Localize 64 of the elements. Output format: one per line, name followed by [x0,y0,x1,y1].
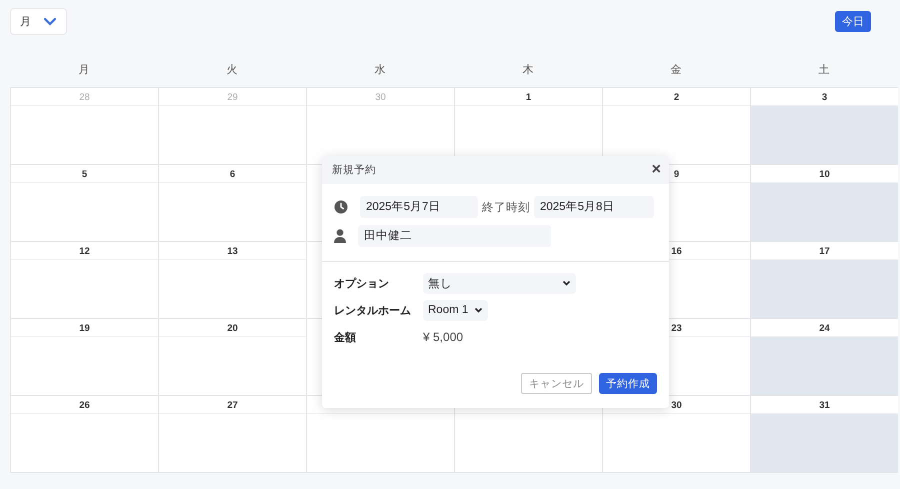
start-date-field[interactable]: 2025年5月7日 [360,196,478,218]
day-cell[interactable]: 17 [750,242,898,319]
day-cell[interactable]: 26 [10,396,158,473]
day-number: 2 [674,92,680,102]
price-label: 金額 [334,330,357,344]
view-select[interactable]: 月 [10,8,67,35]
day-number: 26 [79,400,90,410]
day-number: 13 [227,246,238,256]
weekday-header: 水 [374,63,386,77]
day-number: 29 [227,92,238,102]
day-cell[interactable]: 12 [10,242,158,319]
day-number: 10 [819,168,830,180]
end-time-label: 終了時刻 [482,200,530,214]
weekday-header: 月 [78,63,90,77]
customer-name-field[interactable]: 田中健二 [358,225,551,247]
day-number: 31 [819,400,830,410]
close-button[interactable]: × [652,162,661,178]
day-number: 30 [375,92,386,102]
day-number: 30 [671,400,682,410]
day-cell[interactable]: 2 [602,88,750,165]
chevron-down-icon [474,307,484,313]
day-number: 12 [79,246,90,256]
option-label: オプション [334,276,390,290]
weekday-header: 金 [670,63,682,77]
day-cell[interactable]: 5 [10,165,158,242]
chevron-down-icon [43,17,57,26]
day-number: 19 [79,322,90,334]
day-number: 17 [819,246,830,256]
day-number: 9 [674,168,680,180]
day-number: 24 [819,322,830,334]
day-cell[interactable]: 24 [750,319,898,396]
rental-home-label: レンタルホーム [334,304,412,318]
cancel-button[interactable]: キャンセル [521,373,592,394]
day-cell[interactable]: 30 [602,396,750,473]
room-select[interactable]: Room 1 [423,300,488,320]
day-cell[interactable]: 10 [750,165,898,242]
day-cell[interactable]: 31 [750,396,898,473]
dialog-title: 新規予約 [332,163,376,177]
person-icon [334,229,346,243]
option-select[interactable]: 無し [423,272,576,294]
weekday-header: 土 [818,63,830,77]
day-number: 6 [230,168,236,180]
day-number: 5 [82,168,88,180]
day-cell[interactable]: 27 [158,396,306,473]
day-number: 27 [227,400,238,410]
create-booking-button[interactable]: 予約作成 [599,373,657,394]
weekday-header: 火 [226,63,238,77]
day-cell[interactable]: 6 [158,165,306,242]
day-number: 20 [227,322,238,334]
day-number: 1 [526,92,532,102]
price-value: ¥ 5,000 [423,330,464,344]
day-number: 23 [671,322,682,334]
day-cell[interactable]: 19 [10,319,158,396]
chevron-down-icon [562,280,571,286]
day-cell[interactable]: 20 [158,319,306,396]
day-number: 3 [822,92,828,102]
day-cell[interactable]: 13 [158,242,306,319]
day-number: 16 [671,246,682,256]
day-number: 28 [79,92,90,102]
day-cell[interactable]: 3 [750,88,898,165]
today-button[interactable]: 今日 [835,11,871,32]
end-date-field[interactable]: 2025年5月8日 [534,196,654,218]
clock-icon [334,200,348,214]
weekday-header: 木 [522,63,534,77]
